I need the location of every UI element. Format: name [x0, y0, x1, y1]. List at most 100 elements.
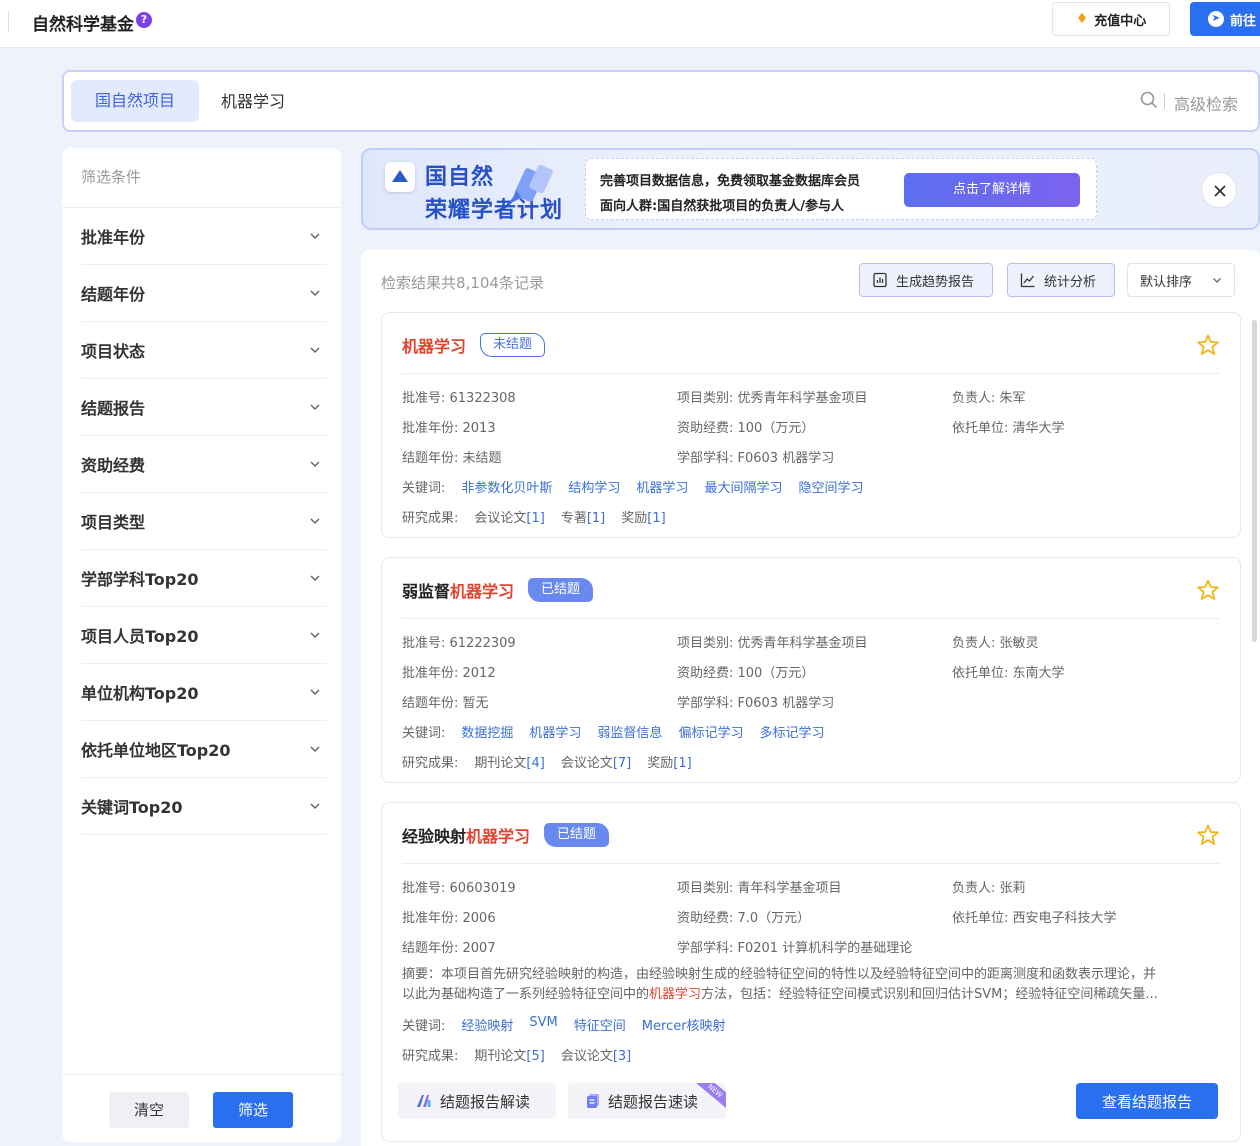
chevron-down-icon: [310, 461, 320, 468]
keyword-link[interactable]: Mercer核映射: [642, 1015, 726, 1034]
chevron-down-icon: [310, 347, 320, 354]
keyword-link[interactable]: 最大间隔学习: [704, 477, 782, 496]
report-interpret-label: 结题报告解读: [440, 1092, 531, 1111]
ai-icon: [417, 1095, 431, 1107]
filter-sidebar: 筛选条件 批准年份 结题年份 项目状态 结题报告 资助经费 项目类型 学部学科Top20 项目…: [62, 148, 341, 1142]
institution: 依托单位: 清华大学: [952, 421, 1065, 436]
filter-label: 关键词Top20: [81, 798, 183, 817]
filter-footer: 清空 筛选: [62, 1074, 341, 1142]
star-icon[interactable]: [1196, 823, 1220, 847]
keyword-link[interactable]: 特征空间: [574, 1015, 626, 1034]
outputs-label: 研究成果:: [402, 756, 459, 771]
filter-item[interactable]: 单位机构Top20: [81, 664, 327, 721]
recharge-label: 充值中心: [1094, 13, 1147, 29]
filter-item[interactable]: 依托单位地区Top20: [81, 721, 327, 778]
project-title[interactable]: 机器学习 未结题: [402, 333, 546, 357]
chevron-down-icon: [310, 746, 320, 753]
keyword-link[interactable]: 隐空间学习: [798, 477, 863, 496]
project-leader: 负责人: 张敏灵: [952, 636, 1039, 651]
results-panel: 检索结果共8,104条记录 生成趋势报告 统计分析 默认排序 机器学习 未结题 …: [361, 250, 1260, 1146]
keyword-link[interactable]: 经验映射: [461, 1015, 513, 1034]
filter-item[interactable]: 批准年份: [81, 208, 327, 265]
line-chart-icon: [1020, 273, 1035, 288]
title-highlight: 机器学习: [466, 827, 531, 846]
filter-label: 项目状态: [81, 342, 146, 361]
project-card[interactable]: 弱监督机器学习 已结题 批准号: 61222309 项目类别: 优秀青年科学基金…: [381, 557, 1241, 783]
approval-number: 批准号: 60603019: [402, 881, 516, 896]
advanced-search-link[interactable]: 高级检索: [1174, 91, 1238, 115]
keyword-link[interactable]: 非参数化贝叶斯: [461, 477, 552, 496]
project-title[interactable]: 弱监督机器学习 已结题: [402, 578, 594, 602]
trend-report-label: 生成趋势报告: [896, 274, 975, 290]
report-quickread-button[interactable]: 结题报告速读 NEW: [568, 1083, 726, 1119]
divider: [402, 618, 1220, 619]
clear-button[interactable]: 清空: [109, 1092, 189, 1128]
filter-item[interactable]: 结题年份: [81, 265, 327, 322]
divider: [402, 863, 1220, 864]
filter-item[interactable]: 项目状态: [81, 322, 327, 379]
search-input[interactable]: [221, 90, 1021, 109]
compass-icon: ➤: [1208, 11, 1224, 27]
nsfc-logo-icon: [385, 162, 415, 192]
output-item[interactable]: 会议论文[3]: [561, 1045, 631, 1064]
output-item[interactable]: 奖励[1]: [621, 507, 665, 526]
outputs-label: 研究成果:: [402, 511, 459, 526]
title-highlight: 机器学习: [402, 337, 467, 356]
project-card[interactable]: 经验映射机器学习 已结题 批准号: 60603019 项目类别: 青年科学基金项…: [381, 802, 1241, 1142]
output-item[interactable]: 会议论文[7]: [561, 752, 631, 771]
keywords-label: 关键词:: [402, 1019, 446, 1034]
statistics-button[interactable]: 统计分析: [1007, 263, 1115, 297]
filter-item[interactable]: 关键词Top20: [81, 778, 327, 835]
scrollbar[interactable]: [1252, 320, 1257, 642]
apply-filter-button[interactable]: 筛选: [213, 1092, 293, 1128]
project-card[interactable]: 机器学习 未结题 批准号: 61322308 项目类别: 优秀青年科学基金项目 …: [381, 312, 1241, 538]
goto-button[interactable]: ➤ 前往: [1190, 2, 1260, 36]
output-item[interactable]: 会议论文[1]: [474, 507, 544, 526]
chevron-down-icon: [310, 803, 320, 810]
close-banner-button[interactable]: [1201, 172, 1237, 208]
keyword-link[interactable]: 多标记学习: [759, 722, 824, 741]
document-icon: [587, 1094, 599, 1108]
filter-item[interactable]: 资助经费: [81, 436, 327, 493]
output-item[interactable]: 专著[1]: [561, 507, 605, 526]
recharge-button[interactable]: ♦ 充值中心: [1052, 2, 1170, 36]
filter-item[interactable]: 学部学科Top20: [81, 550, 327, 607]
star-icon[interactable]: [1196, 333, 1220, 357]
keywords: 关键词: 经验映射 SVM 特征空间 Mercer核映射: [402, 1015, 726, 1034]
keyword-link[interactable]: 偏标记学习: [678, 722, 743, 741]
keyword-link[interactable]: 结构学习: [568, 477, 620, 496]
output-item[interactable]: 期刊论文[5]: [474, 1045, 544, 1064]
search-icon[interactable]: [1140, 91, 1158, 109]
keyword-link[interactable]: 数据挖掘: [461, 722, 513, 741]
project-category: 项目类别: 优秀青年科学基金项目: [677, 391, 868, 406]
keyword-link[interactable]: SVM: [529, 1015, 557, 1034]
filter-label: 项目类型: [81, 513, 146, 532]
star-icon[interactable]: [1196, 578, 1220, 602]
keyword-link[interactable]: 机器学习: [529, 722, 581, 741]
keyword-link[interactable]: 机器学习: [636, 477, 688, 496]
search-scope-tab[interactable]: 国自然项目: [71, 80, 199, 122]
approval-number: 批准号: 61322308: [402, 391, 516, 406]
filter-item[interactable]: 项目类型: [81, 493, 327, 550]
filter-item[interactable]: 结题报告: [81, 379, 327, 436]
report-interpret-button[interactable]: 结题报告解读: [398, 1083, 556, 1119]
learn-more-button[interactable]: 点击了解详情: [904, 173, 1080, 207]
chevron-down-icon: [310, 290, 320, 297]
filter-label: 学部学科Top20: [81, 570, 199, 589]
promo-banner: 国自然 荣耀学者计划 完善项目数据信息，免费领取基金数据库会员 面向人群:国自然…: [361, 148, 1260, 230]
project-leader: 负责人: 朱军: [952, 391, 1026, 406]
search-bar: 国自然项目 高级检索: [62, 70, 1260, 132]
trend-report-button[interactable]: 生成趋势报告: [859, 263, 993, 297]
sort-select[interactable]: 默认排序: [1127, 263, 1235, 297]
project-title[interactable]: 经验映射机器学习 已结题: [402, 823, 610, 847]
output-item[interactable]: 期刊论文[4]: [474, 752, 544, 771]
filter-item[interactable]: 项目人员Top20: [81, 607, 327, 664]
keyword-link[interactable]: 弱监督信息: [597, 722, 662, 741]
chevron-down-icon: [310, 404, 320, 411]
filter-label: 结题报告: [81, 399, 146, 418]
output-item[interactable]: 奖励[1]: [647, 752, 691, 771]
chevron-down-icon: [310, 575, 320, 582]
statistics-label: 统计分析: [1044, 274, 1097, 290]
help-icon[interactable]: ?: [136, 12, 152, 28]
view-report-button[interactable]: 查看结题报告: [1076, 1083, 1218, 1119]
